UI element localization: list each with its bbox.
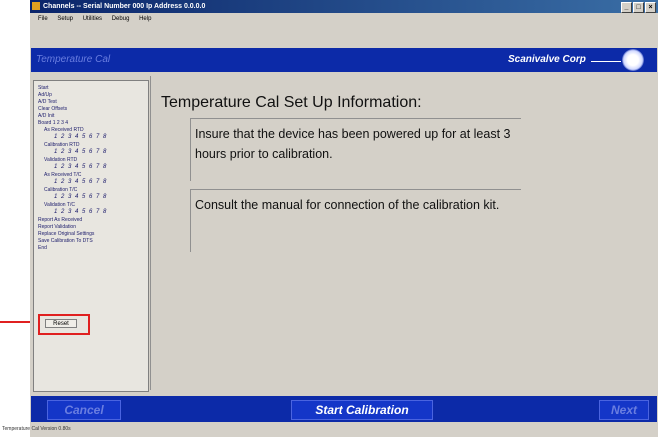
window-title: Channels -- Serial Number 000 Ip Address… <box>43 3 206 10</box>
sidebar-item-report-validation[interactable]: Report Validation <box>38 224 76 230</box>
menu-setup[interactable]: Setup <box>57 16 73 22</box>
sidebar-item-ad-init[interactable]: A/D Init <box>38 113 54 119</box>
sidebar-item-start[interactable]: Start <box>38 85 49 91</box>
cancel-button[interactable]: Cancel <box>47 400 121 420</box>
sidebar-item-validation-rtd[interactable]: Validation RTD <box>44 157 77 163</box>
page-title: Temperature Cal Set Up Information: <box>161 94 422 111</box>
channel-selector-rtd-calibration[interactable]: 1 2 3 4 5 6 7 8 <box>54 149 107 155</box>
application-window: Channels -- Serial Number 000 Ip Address… <box>30 0 658 437</box>
reset-highlight: Reset <box>38 314 90 335</box>
sidebar-item-as-received-rtd[interactable]: As Received RTD <box>44 127 84 133</box>
info-box-power: Insure that the device has been powered … <box>190 118 521 181</box>
status-text: Temperature Cal Version 0.80s <box>2 426 71 432</box>
sidebar-item-end[interactable]: End <box>38 245 47 251</box>
reset-button[interactable]: Reset <box>45 319 77 328</box>
menu-bar: File Setup Utilities Debug Help <box>30 13 658 25</box>
sidebar-item-report-as-received[interactable]: Report As Received <box>38 217 82 223</box>
maximize-icon[interactable]: □ <box>633 2 644 13</box>
sidebar-item-calibration-rtd[interactable]: Calibration RTD <box>44 142 79 148</box>
channel-selector-tc-received[interactable]: 1 2 3 4 5 6 7 8 <box>54 179 107 185</box>
sidebar-item-replace-original[interactable]: Replace Original Settings <box>38 231 94 237</box>
footer-bar: Cancel Start Calibration Next <box>31 396 657 422</box>
app-title: Temperature Cal <box>36 54 111 65</box>
sidebar-item-ad-up[interactable]: Ad/Up <box>38 92 52 98</box>
channel-selector-tc-validation[interactable]: 1 2 3 4 5 6 7 8 <box>54 209 107 215</box>
sidebar-item-save-calibration[interactable]: Save Calibration To DTS <box>38 238 93 244</box>
sidebar-menu: Start Ad/Up A/D Test Clear Offsets A/D I… <box>33 80 149 392</box>
header-banner: Temperature Cal Scanivalve Corp <box>31 48 657 72</box>
menu-utilities[interactable]: Utilities <box>83 16 102 22</box>
next-button[interactable]: Next <box>599 400 649 420</box>
power-up-note: Insure that the device has been powered … <box>195 127 511 161</box>
window-controls: _ □ × <box>620 1 656 13</box>
minimize-icon[interactable]: _ <box>621 2 632 13</box>
brand-underline <box>591 61 621 62</box>
brand-name: Scanivalve Corp <box>508 54 586 65</box>
menu-file[interactable]: File <box>38 16 48 22</box>
channel-selector-rtd-received[interactable]: 1 2 3 4 5 6 7 8 <box>54 134 107 140</box>
info-box-manual: Consult the manual for connection of the… <box>190 189 521 252</box>
sidebar-item-validation-tc[interactable]: Validation T/C <box>44 202 75 208</box>
menu-debug[interactable]: Debug <box>112 16 130 22</box>
channel-selector-tc-calibration[interactable]: 1 2 3 4 5 6 7 8 <box>54 194 107 200</box>
sidebar-item-board[interactable]: Board 1 2 3 4 <box>38 120 68 126</box>
sidebar-item-as-received-tc[interactable]: As Received T/C <box>44 172 81 178</box>
scanivalve-logo-icon <box>622 49 644 71</box>
sidebar-item-clear-offsets[interactable]: Clear Offsets <box>38 106 67 112</box>
sidebar-item-ad-test[interactable]: A/D Test <box>38 99 57 105</box>
main-content: Temperature Cal Set Up Information: Insu… <box>150 76 657 390</box>
sidebar-item-calibration-tc[interactable]: Calibration T/C <box>44 187 77 193</box>
manual-note: Consult the manual for connection of the… <box>195 198 500 212</box>
close-icon[interactable]: × <box>645 2 656 13</box>
channel-selector-rtd-validation[interactable]: 1 2 3 4 5 6 7 8 <box>54 164 107 170</box>
menu-help[interactable]: Help <box>139 16 151 22</box>
start-calibration-button[interactable]: Start Calibration <box>291 400 433 420</box>
title-bar: Channels -- Serial Number 000 Ip Address… <box>30 0 658 13</box>
app-icon <box>32 2 40 10</box>
